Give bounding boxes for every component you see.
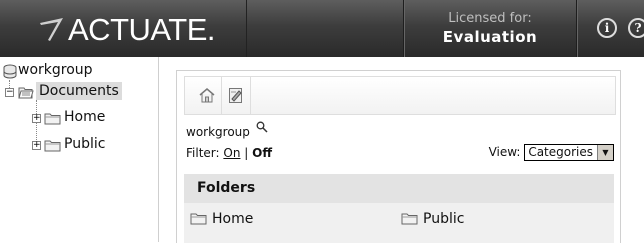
folder-label: Public bbox=[423, 211, 465, 227]
logo-text: ACTUATE. bbox=[68, 12, 216, 47]
expand-toggle[interactable]: + bbox=[32, 114, 41, 123]
open-folder-icon bbox=[18, 87, 34, 99]
folders-list: Home Public bbox=[184, 203, 614, 243]
tree-item-workgroup[interactable]: workgroup bbox=[3, 62, 93, 79]
folder-tree: workgroup − Documents + Home + Public bbox=[0, 57, 159, 242]
license-label: Licensed for: bbox=[448, 11, 532, 26]
view-select[interactable]: Categories ▼ bbox=[524, 144, 614, 161]
folder-label: Home bbox=[212, 211, 254, 227]
folder-item-public[interactable]: Public bbox=[401, 211, 464, 227]
tree-item-documents[interactable]: Documents bbox=[18, 82, 122, 100]
tree-label: Home bbox=[64, 109, 106, 125]
help-icon[interactable]: ? bbox=[628, 18, 644, 38]
content-panel: workgroup Filter: On | Off View: Categor… bbox=[176, 70, 621, 243]
logo: ACTUATE. bbox=[0, 0, 247, 57]
current-path: workgroup bbox=[186, 121, 268, 139]
properties-button[interactable] bbox=[222, 77, 251, 114]
home-button[interactable] bbox=[193, 77, 222, 114]
app-header: ACTUATE. Licensed for: Evaluation i ? bbox=[0, 0, 644, 57]
view-label: View: bbox=[488, 145, 521, 159]
folders-heading: Folders bbox=[184, 174, 614, 203]
expand-toggle[interactable]: + bbox=[32, 141, 41, 150]
search-icon[interactable] bbox=[256, 121, 268, 133]
collapse-toggle[interactable]: − bbox=[5, 88, 14, 97]
license-info: Licensed for: Evaluation bbox=[404, 0, 576, 57]
toolbar bbox=[184, 76, 616, 115]
header-divider bbox=[576, 0, 577, 57]
filter-control: Filter: On | Off bbox=[186, 146, 272, 160]
filter-separator: | bbox=[244, 146, 249, 160]
tree-label: Public bbox=[64, 136, 106, 152]
filter-off-option: Off bbox=[252, 146, 273, 160]
filter-label: Filter: bbox=[186, 146, 220, 160]
info-icon[interactable]: i bbox=[597, 18, 617, 38]
document-edit-icon bbox=[229, 88, 242, 103]
path-label: workgroup bbox=[186, 125, 250, 139]
server-icon bbox=[3, 64, 17, 79]
view-select-value: Categories bbox=[528, 145, 593, 159]
view-control: View: Categories ▼ bbox=[489, 144, 614, 161]
folder-item-home[interactable]: Home bbox=[190, 211, 253, 227]
actuate-logo-icon bbox=[40, 18, 63, 41]
tree-item-home[interactable]: Home bbox=[44, 109, 105, 125]
folder-icon bbox=[44, 113, 61, 125]
home-icon bbox=[199, 88, 215, 103]
folder-icon bbox=[44, 140, 61, 152]
license-value: Evaluation bbox=[442, 28, 538, 46]
chevron-down-icon: ▼ bbox=[597, 145, 613, 160]
filter-on-link[interactable]: On bbox=[223, 146, 240, 160]
tree-label: Documents bbox=[36, 82, 122, 100]
tree-label: workgroup bbox=[18, 62, 93, 78]
folder-icon bbox=[401, 213, 418, 225]
folder-icon bbox=[190, 213, 207, 225]
tree-item-public[interactable]: Public bbox=[44, 136, 105, 152]
